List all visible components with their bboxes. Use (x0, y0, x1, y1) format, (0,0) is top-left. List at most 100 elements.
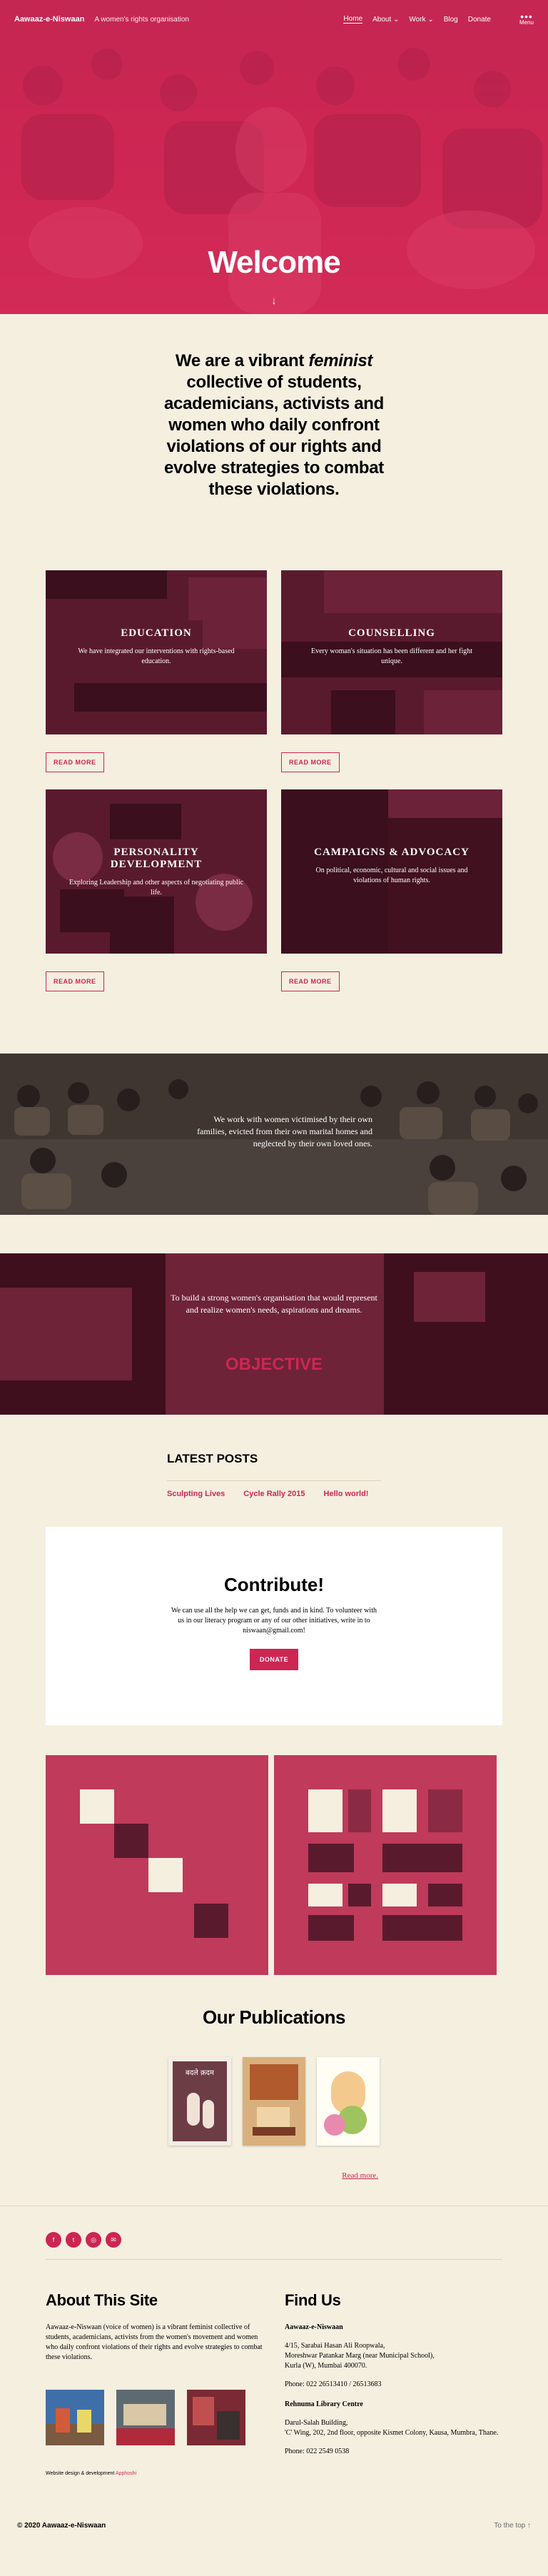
intro-heading: We are a vibrant feminist collective of … (156, 350, 392, 500)
objective-text: To build a strong women's organisation t… (171, 1293, 377, 1315)
main-nav: Home About ⌄ Work ⌄ Blog Donate (343, 15, 491, 24)
nav-donate[interactable]: Donate (468, 16, 491, 24)
block-grid (274, 1755, 497, 1975)
instagram-icon[interactable]: ◎ (86, 2232, 101, 2248)
publications-title: Our Publications (202, 2006, 346, 2028)
photo-thumb[interactable] (116, 2390, 175, 2445)
service-education: EDUCATION We have integrated our interve… (46, 570, 267, 789)
decorative-blocks (46, 1755, 502, 1975)
facebook-icon[interactable]: f (46, 2232, 61, 2248)
service-card[interactable]: CAMPAIGNS & ADVOCACY On political, econo… (281, 789, 502, 954)
hero-section: Aawaaz-e-Niswaan A women's rights organi… (0, 0, 548, 314)
publications-read-more[interactable]: Read more. (46, 2171, 502, 2180)
to-top-link[interactable]: To the top ↑ (494, 2522, 531, 2530)
nav-blog[interactable]: Blog (444, 16, 458, 24)
intro-emphasis: feminist (308, 351, 373, 370)
block-diagonal (46, 1755, 268, 1975)
phone: Phone: 022 26513410 / 26513683 (285, 2380, 382, 2388)
address-line: Darul-Salah Building, (285, 2419, 348, 2427)
read-more-button[interactable]: READ MORE (46, 752, 104, 772)
nav-work[interactable]: Work ⌄ (409, 16, 433, 24)
find-us-title: Find Us (285, 2291, 341, 2309)
post-link[interactable]: Sculpting Lives (167, 1490, 225, 1498)
nav-about[interactable]: About ⌄ (372, 16, 399, 24)
service-title: CAMPAIGNS & ADVOCACY (314, 847, 470, 858)
service-title: PERSONALITY DEVELOPMENT (110, 847, 203, 870)
footer-widgets: About This Site Aawaaz-e-Niswaan (voice … (46, 2291, 502, 2476)
address-line: 4/15, Sarabai Hasan Ali Roopwala, (285, 2342, 385, 2350)
photo-thumb[interactable] (46, 2390, 104, 2445)
nav-home[interactable]: Home (343, 15, 363, 24)
about-text: Aawaaz-e-Niswaan (voice of women) is a v… (46, 2323, 263, 2361)
intro-section: We are a vibrant feminist collective of … (0, 314, 548, 500)
org-name: Aawaaz-e-Niswaan (285, 2323, 343, 2331)
footer-bottom: © 2020 Aawaaz-e-Niswaan To the top ↑ (17, 2522, 531, 2547)
address-line: Moreshwar Patankar Marg (near Municipal … (285, 2352, 435, 2360)
menu-label: Menu (519, 19, 534, 26)
service-campaigns: CAMPAIGNS & ADVOCACY On political, econo… (281, 789, 502, 1009)
read-more-button[interactable]: READ MORE (281, 971, 340, 991)
credit-link[interactable]: Apphoshi (116, 2471, 136, 2476)
intro-text-post: collective of students, academicians, ac… (163, 373, 385, 499)
service-desc: Every woman's situation has been differe… (311, 647, 472, 665)
email-icon[interactable]: ✉ (106, 2232, 121, 2248)
credit-text: Website design & development (46, 2471, 115, 2476)
site-title[interactable]: Aawaaz-e-Niswaan (14, 15, 84, 24)
book-cover[interactable]: बदले क़दम (168, 2057, 231, 2146)
menu-button[interactable]: ••• Menu (519, 10, 534, 26)
footer: f t ◎ ✉ About This Site Aawaaz-e-Niswaan… (0, 2206, 548, 2547)
twitter-icon[interactable]: t (66, 2232, 81, 2248)
objective-section: To build a strong women's organisation t… (0, 1253, 548, 1415)
service-personality: PERSONALITY DEVELOPMENT Exploring Leader… (46, 789, 267, 1009)
service-title: COUNSELLING (348, 627, 435, 639)
intro-text-pre: We are a vibrant (175, 351, 309, 370)
service-text: PERSONALITY DEVELOPMENT Exploring Leader… (46, 847, 267, 898)
donate-button[interactable]: DONATE (249, 1649, 299, 1670)
about-widget: About This Site Aawaaz-e-Niswaan (voice … (46, 2291, 263, 2476)
book-cover[interactable] (243, 2057, 305, 2146)
service-card[interactable]: PERSONALITY DEVELOPMENT Exploring Leader… (46, 789, 267, 954)
read-more-button[interactable]: READ MORE (281, 752, 340, 772)
post-link[interactable]: Hello world! (324, 1490, 369, 1498)
contribute-title: Contribute! (223, 1574, 325, 1595)
find-us-widget: Find Us Aawaaz-e-Niswaan 4/15, Sarabai H… (285, 2291, 502, 2476)
post-list: Sculpting Lives Cycle Rally 2015 Hello w… (167, 1481, 381, 1498)
contribute-card: Contribute! We can use all the help we c… (46, 1527, 502, 1725)
service-desc: Exploring Leadership and other aspects o… (68, 879, 244, 896)
work-banner: We work with women victimised by their o… (0, 1054, 548, 1215)
phone: Phone: 022 2549 0538 (285, 2448, 350, 2455)
copyright: © 2020 Aawaaz-e-Niswaan (17, 2522, 106, 2530)
service-title: EDUCATION (121, 627, 192, 639)
top-bar: Aawaaz-e-Niswaan A women's rights organi… (0, 0, 548, 39)
read-more-button[interactable]: READ MORE (46, 971, 104, 991)
hero-title: Welcome (208, 245, 340, 280)
address-line: 'C' Wing, 202, 2nd floor, opposite Kisme… (285, 2429, 499, 2437)
social-links: f t ◎ ✉ (46, 2232, 502, 2260)
more-dots-icon: ••• (520, 10, 533, 22)
service-card[interactable]: COUNSELLING Every woman's situation has … (281, 570, 502, 734)
post-link[interactable]: Cycle Rally 2015 (243, 1490, 305, 1498)
latest-posts: LATEST POSTS Sculpting Lives Cycle Rally… (167, 1452, 381, 1498)
service-text: EDUCATION We have integrated our interve… (46, 627, 267, 667)
objective-title: OBJECTIVE (225, 1355, 323, 1374)
publications-section: Our Publications बदले क़दम Read more. (0, 2006, 548, 2180)
service-desc: We have integrated our interventions wit… (78, 647, 235, 665)
site-tagline: A women's rights organisation (94, 15, 189, 24)
contribute-text: We can use all the help we can get, fund… (171, 1607, 377, 1635)
services-grid: EDUCATION We have integrated our interve… (46, 570, 502, 1009)
scroll-down-icon[interactable]: ↓ (0, 295, 548, 306)
photo-thumb[interactable] (187, 2390, 245, 2445)
service-text: COUNSELLING Every woman's situation has … (281, 627, 502, 667)
service-desc: On political, economic, cultural and soc… (315, 867, 468, 884)
photo-thumbs (46, 2390, 263, 2445)
work-text: We work with women victimised by their o… (197, 1114, 372, 1148)
credit-line: Website design & development Apphoshi (46, 2471, 263, 2476)
book-title: बदले क़दम (186, 2069, 214, 2077)
book-cover[interactable] (317, 2057, 380, 2146)
service-text: CAMPAIGNS & ADVOCACY On political, econo… (281, 847, 502, 886)
org-name: Rehnuma Library Centre (285, 2400, 363, 2408)
book-list: बदले क़दम (0, 2057, 548, 2146)
service-card[interactable]: EDUCATION We have integrated our interve… (46, 570, 267, 734)
service-counselling: COUNSELLING Every woman's situation has … (281, 570, 502, 789)
latest-posts-title: LATEST POSTS (167, 1452, 381, 1481)
